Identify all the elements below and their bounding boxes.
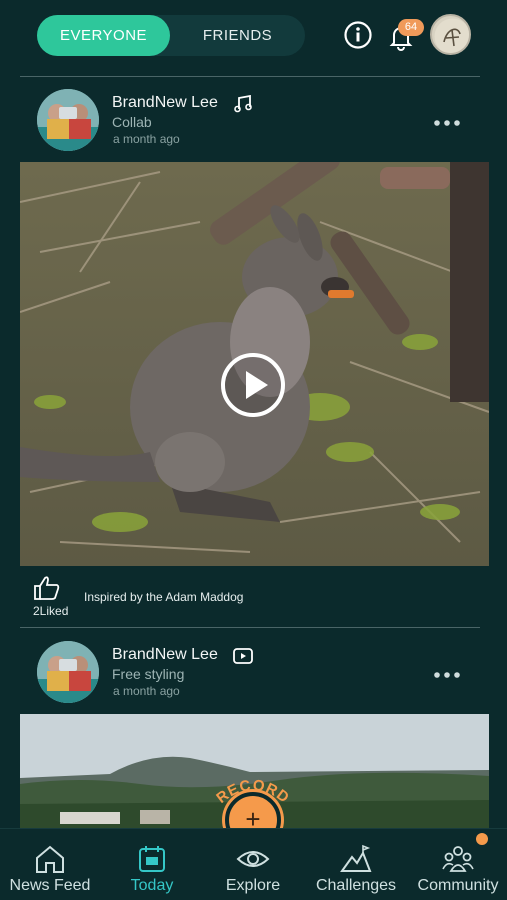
eye-icon: [236, 851, 270, 867]
avatar[interactable]: [37, 641, 99, 703]
post-header: BrandNew Lee Free styling a month ago: [0, 638, 507, 708]
more-options-icon[interactable]: [432, 668, 462, 682]
post-timestamp: a month ago: [113, 132, 180, 146]
nav-label: Today: [130, 877, 174, 894]
nav-label: Challenges: [315, 877, 397, 894]
post-timestamp: a month ago: [113, 684, 180, 698]
thumbs-up-icon[interactable]: [33, 575, 61, 601]
nav-label: News Feed: [9, 877, 91, 894]
post-subtitle: Collab: [112, 114, 152, 130]
divider: [20, 627, 480, 628]
nav-news-feed[interactable]: News Feed: [8, 829, 92, 900]
post-author[interactable]: BrandNew Lee: [112, 94, 218, 112]
post-author[interactable]: BrandNew Lee: [112, 646, 218, 664]
people-icon: [442, 846, 474, 872]
bottom-nav: News Feed Today Explore Challenges Commu…: [0, 828, 507, 900]
post-actions: 2Liked Inspired by the Adam Maddog: [0, 570, 507, 620]
post-subtitle: Free styling: [112, 666, 185, 682]
avatar[interactable]: [37, 89, 99, 151]
nav-today[interactable]: Today: [112, 829, 192, 900]
nav-community[interactable]: Community: [410, 829, 506, 900]
mountain-icon: [340, 844, 372, 872]
calendar-icon: [139, 846, 165, 872]
divider: [20, 76, 480, 77]
home-icon: [36, 845, 64, 873]
top-bar: EVERYONE FRIENDS 64: [0, 0, 507, 72]
feed-filter-toggle: EVERYONE FRIENDS: [37, 15, 305, 56]
tab-friends[interactable]: FRIENDS: [170, 15, 305, 56]
post-header: BrandNew Lee Collab a month ago: [0, 86, 507, 156]
info-icon[interactable]: [343, 20, 373, 50]
inspired-by-text[interactable]: Inspired by the Adam Maddog: [84, 590, 243, 604]
post-video-thumbnail[interactable]: [20, 162, 489, 566]
like-count: 2Liked: [33, 604, 69, 618]
play-icon[interactable]: [220, 352, 286, 418]
nav-explore[interactable]: Explore: [213, 829, 293, 900]
more-options-icon[interactable]: [432, 116, 462, 130]
music-note-icon: [234, 95, 252, 113]
nav-label: Explore: [225, 877, 281, 894]
nav-challenges[interactable]: Challenges: [310, 829, 402, 900]
nav-label: Community: [417, 877, 499, 894]
video-icon: [233, 648, 253, 664]
community-notification-dot: [476, 833, 488, 845]
notification-badge: 64: [398, 19, 424, 36]
profile-avatar[interactable]: [430, 14, 471, 55]
tab-everyone[interactable]: EVERYONE: [37, 15, 170, 56]
